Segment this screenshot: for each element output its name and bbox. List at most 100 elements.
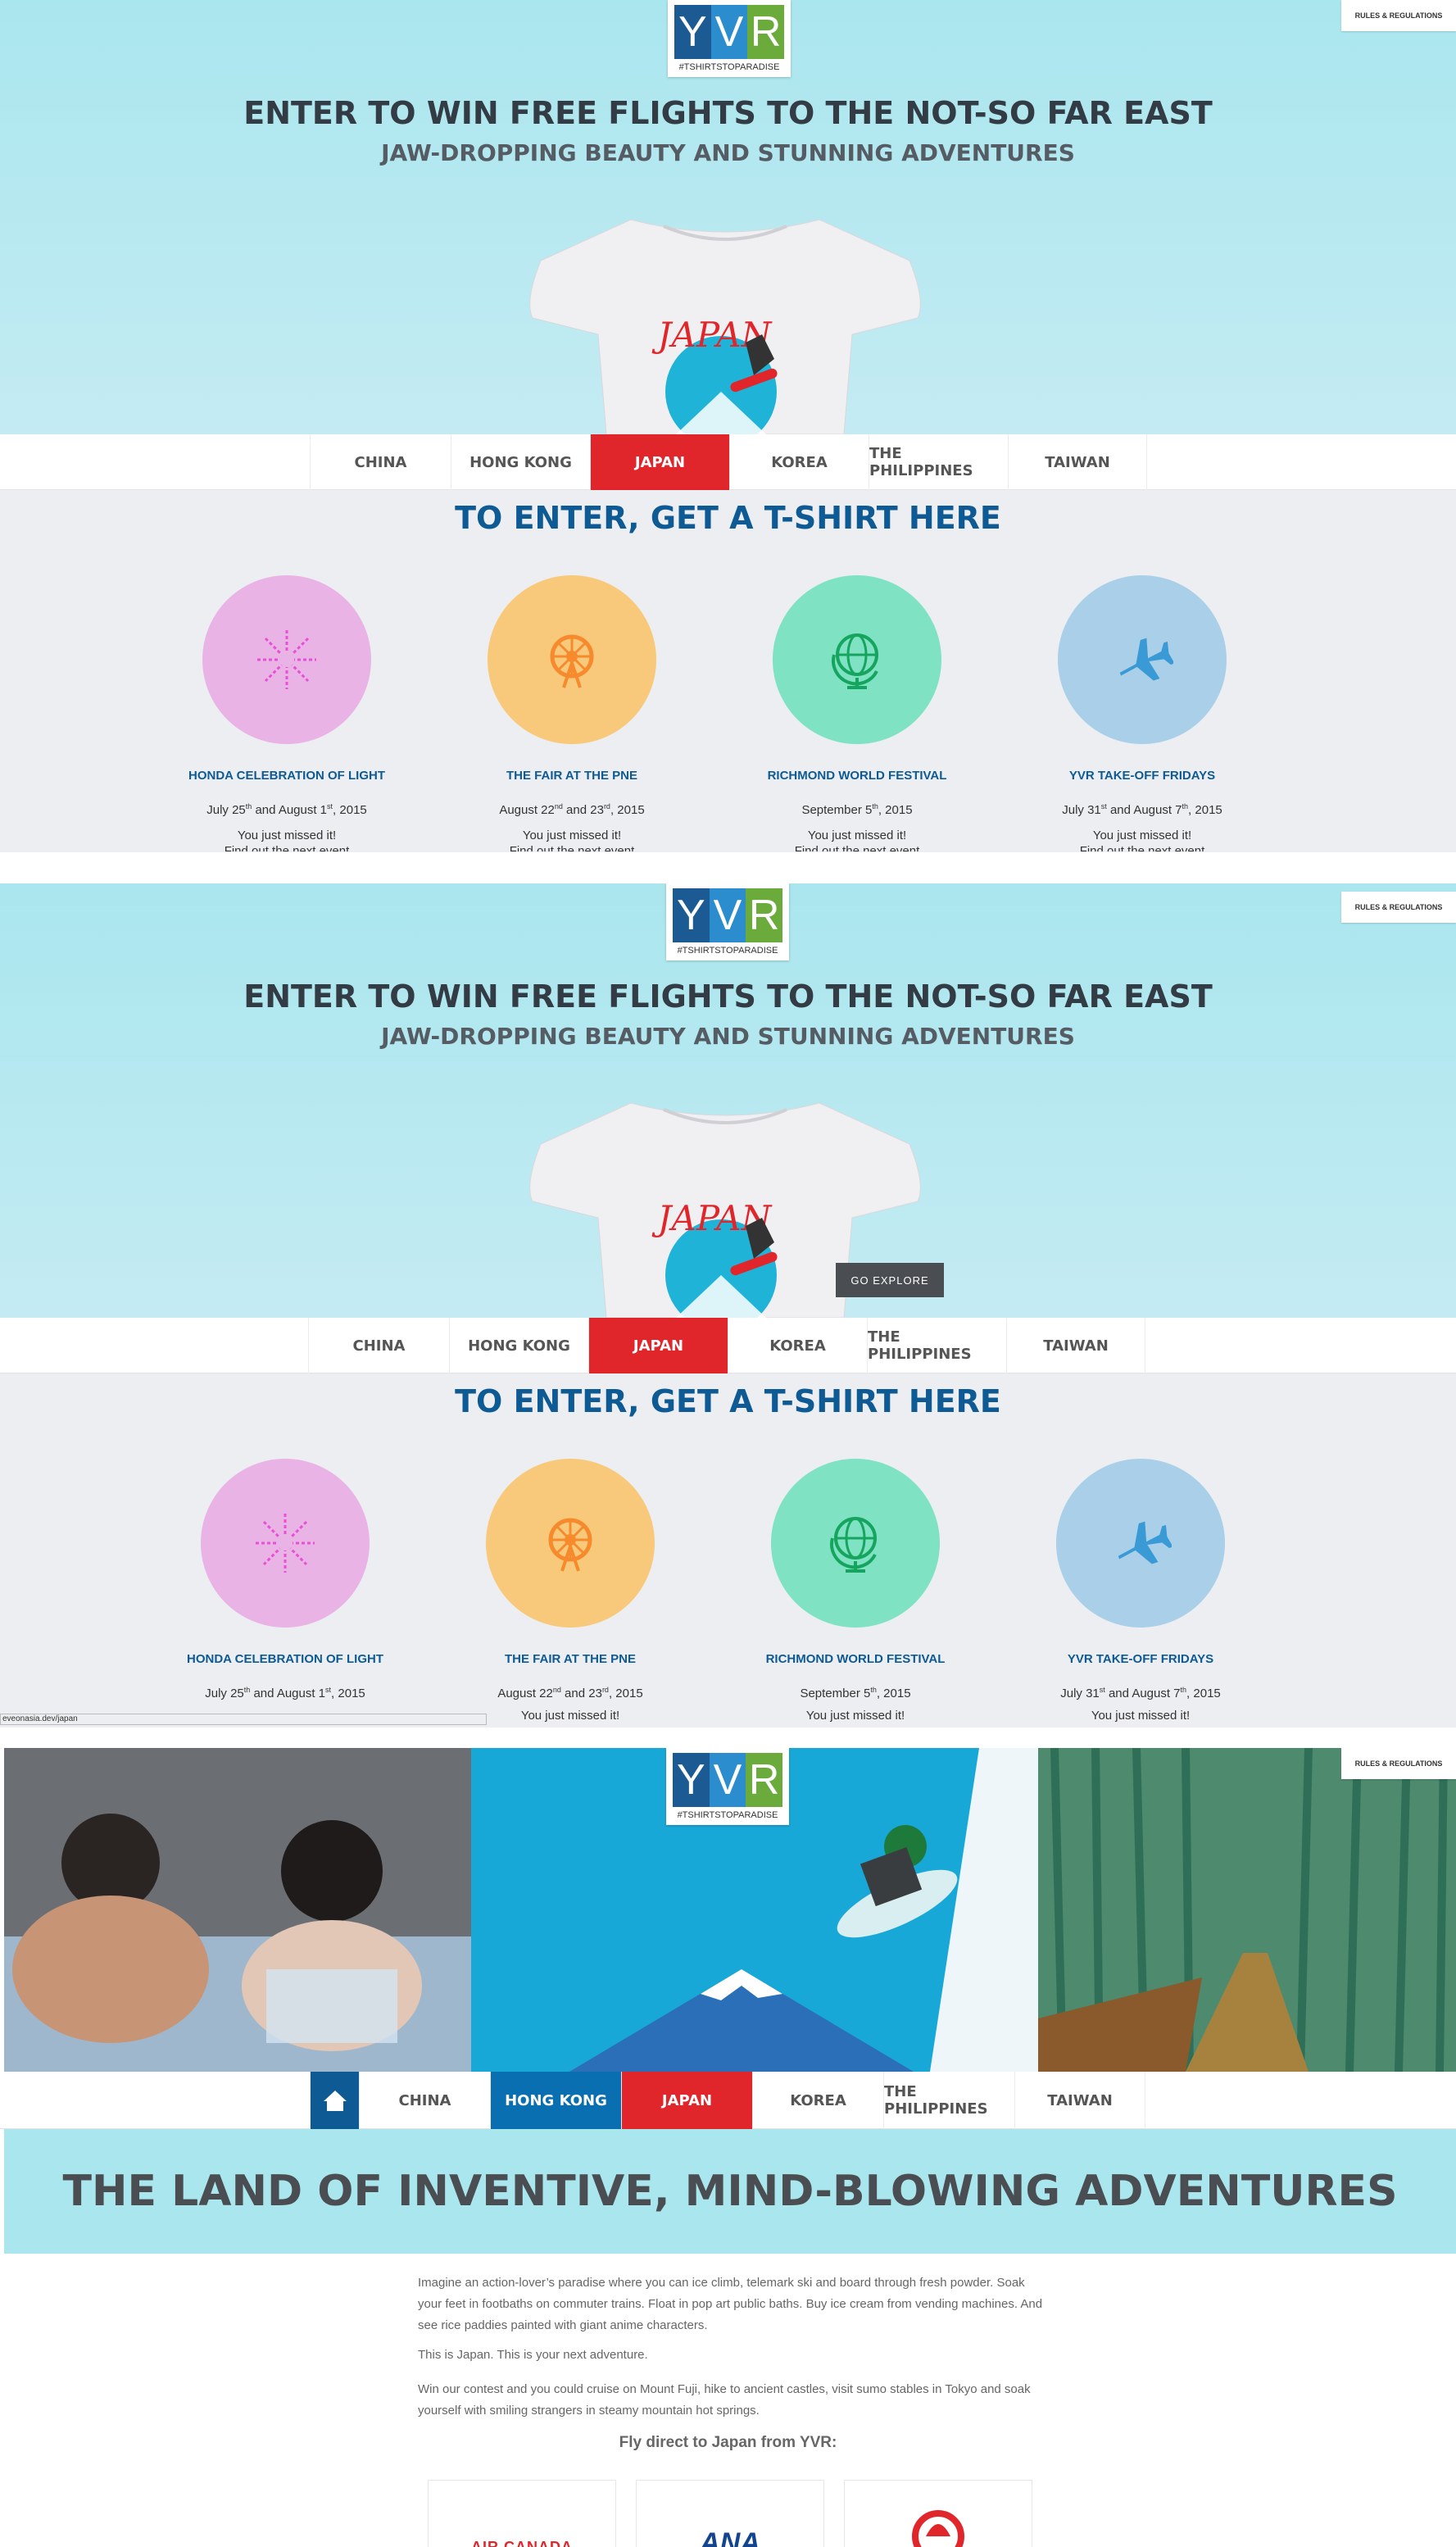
country-nav: CHINA HONG KONG JAPAN KOREA THE PHILIPPI…	[0, 1318, 1456, 1373]
event-card[interactable]: RICHMOND WORLD FESTIVAL September 5th, 2…	[733, 1459, 978, 1723]
event-status: You just missed it!	[237, 829, 337, 842]
jal-crane-icon	[912, 2510, 964, 2547]
logo-letter-r: R	[746, 888, 783, 942]
event-circle[interactable]	[771, 1459, 940, 1628]
country-nav: CHINA HONG KONG JAPAN KOREA THE PHILIPPI…	[0, 434, 1456, 490]
screen-divider	[0, 1728, 1456, 1748]
logo-letter-r: R	[746, 1753, 783, 1807]
rules-regulations-link[interactable]: RULES & REGULATIONS	[1341, 1748, 1456, 1779]
event-circle[interactable]	[488, 575, 656, 744]
event-circle[interactable]	[201, 1459, 370, 1628]
event-circle[interactable]	[773, 575, 941, 744]
tab-taiwan[interactable]: TAIWAN	[1006, 1318, 1145, 1373]
tab-japan[interactable]: JAPAN	[590, 434, 729, 490]
event-status: You just missed it!	[805, 1709, 905, 1723]
intro-paragraph: Imagine an action-lover’s paradise where…	[418, 2276, 1043, 2332]
ana-text: ANA	[700, 2527, 760, 2547]
event-next-link[interactable]: Find out the next event	[1019, 844, 1265, 851]
tab-korea[interactable]: KOREA	[752, 2072, 883, 2129]
fireworks-icon	[257, 630, 316, 689]
screen-divider	[0, 852, 1456, 883]
hot-spring-photo	[4, 1748, 471, 2072]
event-date: July 25th and August 1st, 2015	[206, 802, 367, 817]
fly-direct-heading: Fly direct to Japan from YVR:	[619, 2434, 837, 2451]
tab-hong-kong[interactable]: HONG KONG	[451, 434, 590, 490]
rules-regulations-link[interactable]: RULES & REGULATIONS	[1341, 0, 1456, 31]
enter-section: TO ENTER, GET A T-SHIRT HERE HONDA CELEB…	[0, 1373, 1456, 1728]
event-date: July 25th and August 1st, 2015	[205, 1686, 365, 1700]
yvr-logo[interactable]: YVR #TSHIRTSTOPARADISE	[666, 1748, 789, 1825]
rules-regulations-link[interactable]: RULES & REGULATIONS	[1341, 892, 1456, 923]
logo-tagline: #TSHIRTSTOPARADISE	[677, 946, 778, 956]
event-circle[interactable]	[202, 575, 371, 744]
event-name: THE FAIR AT THE PNE	[504, 1652, 636, 1666]
event-card[interactable]: THE FAIR AT THE PNE August 22nd and 23rd…	[449, 575, 695, 851]
airplane-icon	[1119, 638, 1173, 681]
tab-the-philippines[interactable]: THE PHILIPPINES	[869, 434, 1008, 490]
logo-letter-y: Y	[673, 1753, 710, 1807]
event-card[interactable]: HONDA CELEBRATION OF LIGHT July 25th and…	[164, 575, 410, 851]
tab-japan[interactable]: JAPAN	[588, 1318, 728, 1373]
ana-logo[interactable]: ANA	[636, 2480, 824, 2547]
enter-section: TO ENTER, GET A T-SHIRT HERE HONDA CELEB…	[0, 490, 1456, 852]
event-next-link[interactable]: Find out the next event	[734, 844, 980, 851]
tab-china[interactable]: CHINA	[308, 1318, 449, 1373]
logo-letter-y: Y	[673, 888, 710, 942]
event-date: July 31st and August 7th, 2015	[1060, 1686, 1221, 1700]
event-name: YVR TAKE-OFF FRIDAYS	[1067, 1652, 1214, 1666]
tab-taiwan[interactable]: TAIWAN	[1014, 2072, 1145, 2129]
tab-the-philippines[interactable]: THE PHILIPPINES	[867, 1318, 1006, 1373]
enter-title: TO ENTER, GET A T-SHIRT HERE	[455, 1383, 1001, 1419]
event-card[interactable]: YVR TAKE-OFF FRIDAYS July 31st and Augus…	[1018, 1459, 1263, 1723]
japan-banner-title: THE LAND OF INVENTIVE, MIND-BLOWING ADVE…	[4, 2129, 1456, 2254]
hero-title: ENTER TO WIN FREE FLIGHTS TO THE NOT-SO …	[243, 95, 1213, 131]
logo-letter-y: Y	[674, 5, 711, 59]
japan-tshirt-image: JAPAN	[529, 220, 921, 434]
event-next-link[interactable]: Find out the next event	[449, 844, 695, 851]
contest-paragraph: Win our contest and you could cruise on …	[418, 2382, 1031, 2418]
tab-korea[interactable]: KOREA	[729, 434, 869, 490]
event-status: You just missed it!	[1092, 829, 1192, 842]
event-status: You just missed it!	[522, 829, 622, 842]
event-card[interactable]: RICHMOND WORLD FESTIVAL September 5th, 2…	[734, 575, 980, 851]
event-name: RICHMOND WORLD FESTIVAL	[765, 1652, 946, 1666]
event-date: July 31st and August 7th, 2015	[1062, 802, 1222, 817]
event-circle[interactable]	[486, 1459, 655, 1628]
tab-hong-kong[interactable]: HONG KONG	[490, 2072, 621, 2129]
globe-icon	[830, 1517, 877, 1573]
tab-korea[interactable]: KOREA	[728, 1318, 867, 1373]
tab-the-philippines[interactable]: THE PHILIPPINES	[883, 2072, 1014, 2129]
tab-taiwan[interactable]: TAIWAN	[1008, 434, 1147, 490]
home-button[interactable]	[310, 2072, 359, 2129]
event-card[interactable]: YVR TAKE-OFF FRIDAYS July 31st and Augus…	[1019, 575, 1265, 851]
tab-hong-kong[interactable]: HONG KONG	[449, 1318, 588, 1373]
tab-japan[interactable]: JAPAN	[621, 2072, 752, 2129]
logo-letter-v: V	[710, 5, 748, 59]
hero-subtitle: JAW-DROPPING BEAUTY AND STUNNING ADVENTU…	[381, 1023, 1075, 1050]
event-status: You just missed it!	[1091, 1709, 1191, 1723]
event-card[interactable]: THE FAIR AT THE PNE August 22nd and 23rd…	[447, 1459, 693, 1723]
yvr-logo[interactable]: YVR #TSHIRTSTOPARADISE	[668, 0, 791, 77]
event-card[interactable]: HONDA CELEBRATION OF LIGHT July 25th and…	[162, 1459, 408, 1700]
logo-letter-v: V	[709, 888, 746, 942]
event-circle[interactable]	[1058, 575, 1227, 744]
airplane-icon	[1118, 1521, 1172, 1564]
tab-china[interactable]: CHINA	[310, 434, 451, 490]
logo-tagline: #TSHIRTSTOPARADISE	[677, 1810, 778, 1820]
event-name: YVR TAKE-OFF FRIDAYS	[1068, 769, 1216, 783]
event-next-link[interactable]: Find out the next event	[164, 844, 410, 851]
event-date: August 22nd and 23rd, 2015	[497, 1686, 643, 1700]
air-canada-logo[interactable]: AIR CANADA	[428, 2480, 616, 2547]
event-circle[interactable]	[1056, 1459, 1225, 1628]
enter-title: TO ENTER, GET A T-SHIRT HERE	[455, 500, 1001, 536]
tagline-paragraph: This is Japan. This is your next adventu…	[418, 2348, 648, 2362]
tab-china[interactable]: CHINA	[359, 2072, 490, 2129]
jal-logo[interactable]	[844, 2480, 1032, 2547]
hero-section: YVR #TSHIRTSTOPARADISE RULES & REGULATIO…	[0, 883, 1456, 1318]
browser-status-bar: eveonasia.dev/japan	[0, 1714, 487, 1725]
yvr-logo[interactable]: YVR #TSHIRTSTOPARADISE	[666, 883, 789, 960]
event-date: August 22nd and 23rd, 2015	[499, 802, 645, 817]
logo-letter-v: V	[709, 1753, 746, 1807]
go-explore-button[interactable]: GO EXPLORE	[836, 1263, 944, 1297]
event-name: HONDA CELEBRATION OF LIGHT	[188, 769, 385, 783]
